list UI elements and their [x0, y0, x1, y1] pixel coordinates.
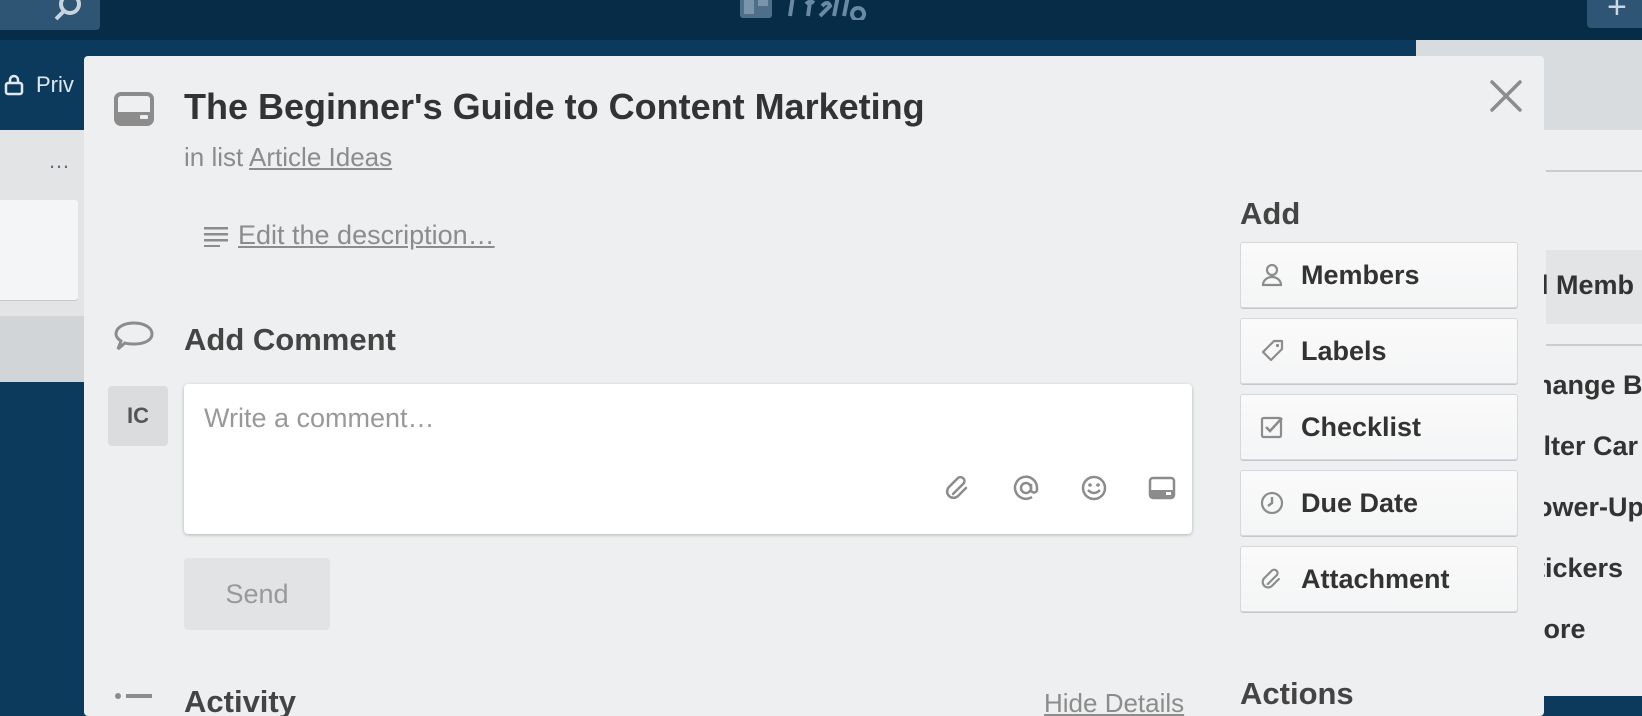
divider: [1546, 344, 1642, 346]
activity-icon: [115, 693, 152, 699]
labels-label: Labels: [1301, 335, 1387, 366]
emoji-icon[interactable]: [1080, 474, 1108, 502]
members-label: Members: [1301, 259, 1420, 290]
members-button[interactable]: Members: [1240, 242, 1518, 308]
checklist-label: Checklist: [1301, 411, 1422, 442]
attachment-icon[interactable]: [944, 474, 972, 502]
checklist-icon: [1259, 414, 1285, 440]
due-date-label: Due Date: [1301, 487, 1419, 518]
comment-icon: [114, 321, 154, 351]
checklist-button[interactable]: Checklist: [1240, 394, 1518, 460]
attachment-label: Attachment: [1301, 563, 1450, 594]
clock-icon: [1259, 490, 1285, 516]
create-button[interactable]: +: [1587, 0, 1642, 28]
labels-button[interactable]: Labels: [1240, 318, 1518, 384]
lock-icon: [4, 74, 24, 96]
send-button[interactable]: Send: [184, 558, 330, 630]
close-icon[interactable]: [1488, 78, 1524, 114]
card-icon[interactable]: [1148, 474, 1176, 502]
description-row[interactable]: Edit the description…: [204, 220, 495, 251]
actions-heading: Actions: [1240, 676, 1354, 711]
card-icon: [114, 92, 154, 126]
edit-description-link[interactable]: Edit the description…: [238, 220, 495, 251]
search-icon: [54, 0, 81, 21]
add-member-label: d Memb: [1532, 270, 1635, 300]
privacy-label: Priv: [36, 72, 74, 97]
menu-item-filter-cards[interactable]: ilter Car: [1536, 431, 1638, 462]
attachment-icon: [1259, 566, 1285, 592]
menu-item-stickers[interactable]: tickers: [1536, 553, 1623, 584]
list-card[interactable]: [0, 200, 78, 300]
due-date-button[interactable]: Due Date: [1240, 470, 1518, 536]
card-title[interactable]: The Beginner's Guide to Content Marketin…: [184, 86, 925, 128]
label-icon: [1259, 338, 1285, 364]
list-name-link[interactable]: Article Ideas: [249, 142, 392, 172]
card-detail-modal: The Beginner's Guide to Content Marketin…: [84, 56, 1544, 716]
card-list-info: in list Article Ideas: [184, 142, 392, 173]
in-list-prefix: in list: [184, 142, 244, 172]
member-icon: [1259, 262, 1285, 288]
menu-item-change-background[interactable]: hange B: [1536, 370, 1642, 401]
activity-heading: Activity: [184, 684, 296, 716]
board-privacy[interactable]: Priv: [4, 72, 74, 98]
top-bar: +: [0, 0, 1642, 40]
trello-logo: [740, 0, 867, 20]
search-button[interactable]: [0, 0, 100, 30]
comment-input[interactable]: [204, 398, 1164, 438]
menu-item-power-ups[interactable]: ower-Up: [1536, 492, 1642, 523]
divider: [1546, 170, 1642, 172]
add-heading: Add: [1240, 196, 1301, 231]
comment-box: [184, 384, 1192, 534]
hide-details-link[interactable]: Hide Details: [1044, 688, 1184, 716]
attachment-button[interactable]: Attachment: [1240, 546, 1518, 612]
avatar[interactable]: IC: [108, 386, 168, 446]
add-card-area: [0, 316, 84, 382]
add-comment-heading: Add Comment: [184, 322, 396, 357]
mention-icon[interactable]: [1012, 474, 1040, 502]
description-icon: [204, 226, 228, 247]
comment-toolbar: [944, 474, 1176, 502]
list-menu-icon[interactable]: …: [48, 148, 71, 174]
